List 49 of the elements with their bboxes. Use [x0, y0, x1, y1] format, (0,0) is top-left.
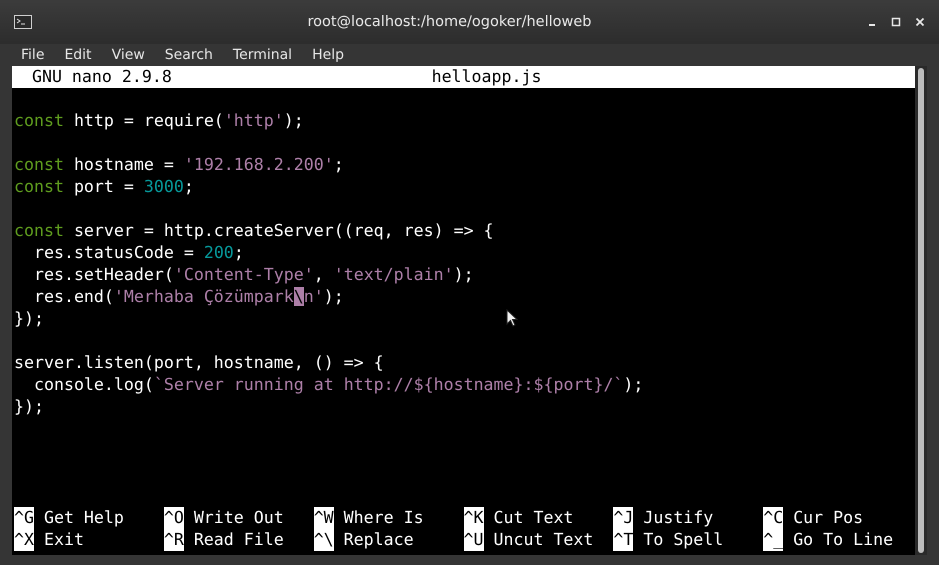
shortcut-key: ^O [164, 507, 184, 529]
code-line: res.statusCode = 200; [32, 242, 244, 264]
shortcut-key: ^K [464, 507, 484, 529]
menu-item[interactable]: File [8, 47, 52, 63]
code-line: res.end('Merhaba Çözümpark\n'); [32, 286, 344, 308]
shortcut-key: ^J [613, 507, 634, 529]
terminal-icon [14, 15, 32, 29]
shortcut-label: Go To Line [793, 529, 894, 551]
shortcut-key: ^G [14, 507, 34, 529]
close-icon[interactable] [915, 17, 925, 27]
shortcut-label: Write Out [194, 507, 284, 529]
code-line: const hostname = '192.168.2.200'; [14, 154, 344, 176]
shortcut-key: ^R [164, 529, 184, 551]
shortcut-label: To Spell [643, 529, 724, 551]
shortcut-key: ^\ [314, 529, 334, 551]
shortcut-key: ^_ [763, 529, 784, 551]
shortcut-key: ^C [763, 507, 784, 529]
nano-version: GNU nano 2.9.8 [32, 66, 172, 88]
code-line: server.listen(port, hostname, () => { [14, 352, 384, 374]
menu-item[interactable]: Help [300, 47, 352, 63]
shortcut-label: Replace [344, 529, 414, 551]
shortcut-label: Uncut Text [494, 529, 594, 551]
shortcut-key: ^T [613, 529, 634, 551]
shortcut-label: Cut Text [494, 507, 574, 529]
shortcut-label: Cur Pos [793, 507, 864, 529]
maximize-icon[interactable] [891, 17, 901, 27]
shortcut-label: Read File [194, 529, 284, 551]
shortcut-key: ^U [464, 529, 484, 551]
code-line: const port = 3000; [14, 176, 194, 198]
shortcut-label: Exit [44, 529, 84, 551]
menu-item[interactable]: Terminal [220, 47, 300, 63]
code-line: }); [14, 308, 44, 330]
code-line: res.setHeader('Content-Type', 'text/plain'); [32, 264, 474, 286]
code-line: console.log(`Server running at http://${hostname}:${port}/`); [32, 374, 644, 396]
menu-item[interactable]: Edit [52, 47, 100, 63]
menu-item[interactable]: View [100, 47, 153, 63]
shortcut-key: ^W [314, 507, 334, 529]
code-line: const http = require('http'); [14, 110, 304, 132]
menu-item[interactable]: Search [152, 47, 221, 63]
shortcut-label: Get Help [44, 507, 124, 529]
window-title: root@localhost:/home/ogoker/helloweb [306, 14, 593, 30]
shortcut-key: ^X [14, 529, 34, 551]
code-line: const server = http.createServer((req, res) => { [14, 220, 494, 242]
shortcut-label: Where Is [344, 507, 424, 529]
scrollbar[interactable] [915, 66, 927, 555]
code-line: }); [14, 396, 44, 418]
mouse-pointer-icon [506, 309, 518, 327]
file-name: helloapp.js [432, 66, 542, 88]
shortcut-label: Justify [643, 507, 714, 529]
